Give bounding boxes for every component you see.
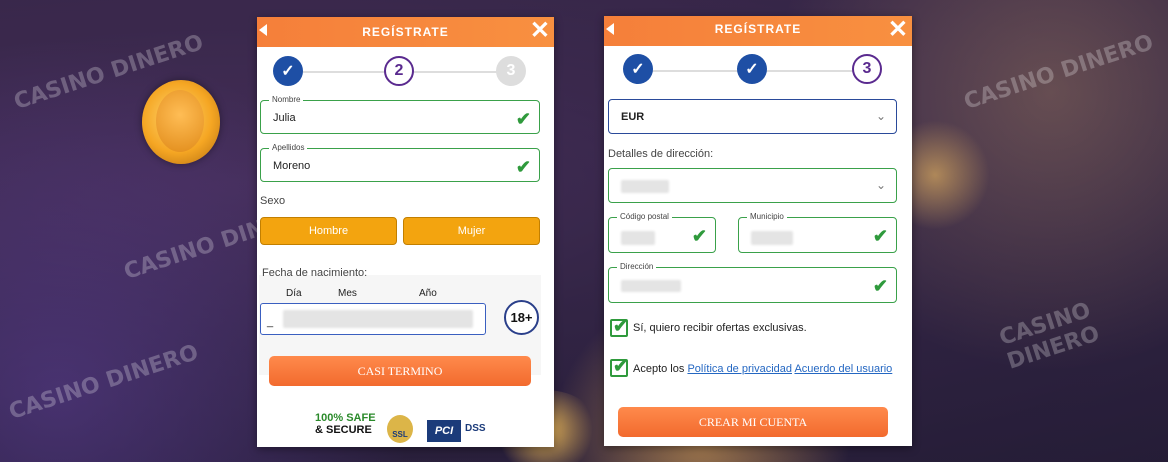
apellidos-value: Moreno (273, 160, 311, 172)
offers-checkbox[interactable]: ✔ (610, 316, 628, 337)
dob-cursor: _ (267, 316, 274, 328)
pci-logo-icon: PCI (427, 420, 461, 442)
close-icon[interactable]: ✕ (888, 18, 908, 42)
user-agreement-link[interactable]: Acuerdo del usuario (794, 363, 892, 375)
secure-text: & SECURE (315, 424, 372, 436)
privacy-policy-link[interactable]: Política de privacidad (687, 363, 792, 375)
continue-button[interactable]: CASI TERMINO (269, 356, 531, 386)
dob-day-label: Día (286, 288, 302, 299)
safe-text: 100% SAFE (315, 412, 376, 424)
step-3-pending: 3 (496, 56, 526, 86)
step-1-done-icon: ✓ (623, 54, 653, 84)
redacted-value (621, 231, 655, 245)
step-indicator: ✓ ✓ 3 (604, 46, 912, 96)
currency-value: EUR (621, 111, 645, 123)
nombre-value: Julia (273, 112, 296, 124)
valid-check-icon: ✔ (691, 226, 707, 246)
valid-check-icon: ✔ (872, 226, 888, 246)
dob-month-label: Mes (338, 288, 357, 299)
panel-title: REGÍSTRATE (714, 22, 802, 36)
valid-check-icon: ✔ (515, 157, 531, 177)
currency-select[interactable]: EUR ⌄ (608, 99, 897, 134)
address-field[interactable]: Dirección ✔ (608, 262, 897, 303)
valid-check-icon: ✔ (515, 109, 531, 129)
chevron-down-icon: ⌄ (875, 178, 886, 192)
step-2-current: 2 (384, 56, 414, 86)
redacted-value (621, 280, 681, 292)
redacted-value (621, 180, 669, 193)
terms-text: Acepto los Política de privacidad Acuerd… (633, 363, 892, 375)
registration-panel-step-3: REGÍSTRATE ✕ ✓ ✓ 3 EUR ⌄ Detalles de dir… (604, 16, 912, 446)
apellidos-label: Apellidos (269, 143, 308, 152)
panel-header: REGÍSTRATE ✕ (604, 16, 912, 46)
chevron-down-icon: ⌄ (875, 109, 886, 123)
municipality-field[interactable]: Municipio ✔ (738, 212, 897, 253)
apellidos-field[interactable]: Apellidos Moreno ✔ (260, 143, 540, 182)
background (0, 0, 1168, 462)
step-1-done-icon: ✓ (273, 56, 303, 86)
address-section-label: Detalles de dirección: (608, 148, 714, 160)
municipality-label: Municipio (747, 212, 787, 221)
terms-prefix: Acepto los (633, 363, 685, 375)
nombre-label: Nombre (269, 95, 304, 104)
registration-panel-step-2: REGÍSTRATE ✕ ✓ 2 3 Nombre Julia ✔ Apelli… (257, 17, 554, 447)
step-3-current: 3 (852, 54, 882, 84)
dss-text: DSS (465, 423, 486, 434)
dob-input[interactable]: _ (260, 303, 486, 335)
ssl-lock-icon: SSL (387, 415, 413, 443)
dob-year-label: Año (419, 288, 437, 299)
nombre-field[interactable]: Nombre Julia ✔ (260, 95, 540, 134)
create-account-button[interactable]: CREAR MI CUENTA (618, 407, 888, 437)
step-2-done-icon: ✓ (737, 54, 767, 84)
valid-check-icon: ✔ (872, 276, 888, 296)
redacted-value (751, 231, 793, 245)
panel-header: REGÍSTRATE ✕ (257, 17, 554, 47)
panel-title: REGÍSTRATE (362, 25, 449, 39)
address-label: Dirección (617, 262, 657, 271)
gender-male-button[interactable]: Hombre (260, 217, 397, 245)
safe-secure-badge: 100% SAFE & SECURE (315, 412, 376, 436)
postal-code-label: Código postal (617, 212, 672, 221)
offers-checkbox-label: Sí, quiero recibir ofertas exclusivas. (633, 322, 807, 334)
sexo-label: Sexo (260, 195, 286, 207)
terms-checkbox[interactable]: ✔ (610, 356, 628, 377)
coin-decoration (142, 80, 220, 164)
country-select[interactable]: ⌄ (608, 168, 897, 203)
postal-code-field[interactable]: Código postal ✔ (608, 212, 716, 253)
age-18-badge: 18+ (504, 300, 539, 335)
close-icon[interactable]: ✕ (530, 19, 550, 43)
gender-female-button[interactable]: Mujer (403, 217, 540, 245)
dob-label: Fecha de nacimiento: (262, 267, 368, 279)
step-indicator: ✓ 2 3 (257, 47, 554, 97)
dob-redacted (283, 310, 473, 328)
